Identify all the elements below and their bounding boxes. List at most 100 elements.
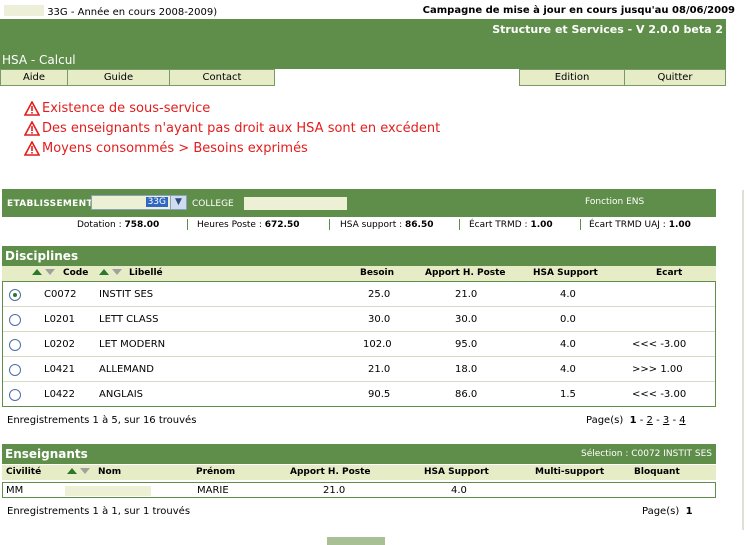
- hsa-label: HSA support :: [340, 220, 403, 230]
- fonction-label: Fonction ENS: [585, 197, 645, 207]
- cell-ecart: <<< -3.00: [632, 389, 687, 400]
- row-radio[interactable]: [9, 314, 21, 326]
- bottom-button[interactable]: [327, 537, 385, 545]
- redacted-field: [65, 486, 151, 496]
- cell-besoin: 25.0: [368, 289, 391, 300]
- menu-guide[interactable]: Guide: [67, 69, 170, 86]
- hsa-value: 86.50: [405, 220, 434, 230]
- cell-code: L0202: [44, 339, 76, 350]
- trmd-stat: Écart TRMD : 1.00: [469, 220, 553, 230]
- col-libelle[interactable]: Libellé: [129, 268, 163, 278]
- school-year-text: 33G - Année en cours 2008-2009): [47, 7, 218, 18]
- cell-ecart: >>> 1.00: [632, 364, 683, 375]
- enseignants-pager: Page(s) 1: [642, 506, 693, 517]
- sort-descending-icon[interactable]: [45, 269, 56, 275]
- warning-text: Des enseignants n'ayant pas droit aux HS…: [42, 121, 441, 136]
- sort-descending-icon[interactable]: [80, 468, 91, 474]
- sort-ascending-icon[interactable]: [99, 269, 109, 275]
- cell-hsa: 0.0: [560, 314, 576, 325]
- menu-aide[interactable]: Aide: [0, 69, 68, 86]
- page-separator: -: [656, 415, 660, 426]
- col-hsa: HSA Support: [533, 268, 598, 278]
- table-row[interactable]: L0422 ANGLAIS 90.5 86.0 1.5 <<< -3.00: [3, 382, 715, 407]
- col-apport: Apport H. Poste: [290, 467, 371, 477]
- page-current: 1: [685, 506, 693, 517]
- disciplines-record-count: Enregistrements 1 à 5, sur 16 trouvés: [7, 415, 197, 426]
- trmd-uaj-label: Écart TRMD UAJ :: [589, 220, 666, 230]
- enseignants-title: Enseignants: [5, 447, 88, 461]
- col-code[interactable]: Code: [63, 268, 88, 278]
- page-link[interactable]: 3: [663, 415, 669, 426]
- page-current: 1: [629, 415, 637, 426]
- cell-hsa: 4.0: [560, 289, 576, 300]
- sort-ascending-icon[interactable]: [67, 468, 77, 474]
- sort-nom-control[interactable]: [67, 467, 91, 477]
- enseignants-record-count: Enregistrements 1 à 1, sur 1 trouvés: [7, 506, 191, 517]
- page-link[interactable]: 2: [647, 415, 653, 426]
- cell-apport: 18.0: [455, 364, 478, 375]
- menu-edition[interactable]: Edition: [519, 69, 625, 86]
- cell-hsa: 4.0: [451, 485, 467, 496]
- menu-contact[interactable]: Contact: [169, 69, 275, 86]
- cell-hsa: 4.0: [560, 339, 576, 350]
- etablissement-bar: ETABLISSEMENT 33G ▼ COLLEGE Fonction ENS: [2, 189, 716, 217]
- row-radio[interactable]: [9, 339, 21, 351]
- campaign-notice: Campagne de mise à jour en cours jusqu'a…: [422, 5, 735, 16]
- sort-descending-icon[interactable]: [112, 269, 123, 275]
- warning-text: Existence de sous-service: [42, 101, 211, 116]
- scrollbar[interactable]: [735, 190, 747, 530]
- page-link[interactable]: 4: [679, 415, 685, 426]
- cell-libelle: INSTIT SES: [99, 289, 154, 300]
- chevron-down-icon[interactable]: ▼: [170, 196, 186, 209]
- table-row[interactable]: L0202 LET MODERN 102.0 95.0 4.0 <<< -3.0…: [3, 332, 715, 357]
- row-radio[interactable]: [9, 364, 21, 376]
- sort-libelle-control[interactable]: [99, 268, 123, 278]
- pager-label: Page(s): [586, 415, 624, 426]
- cell-apport: 30.0: [455, 314, 478, 325]
- col-hsa: HSA Support: [424, 467, 489, 477]
- pager-label: Page(s): [642, 506, 680, 517]
- cell-libelle: ALLEMAND: [99, 364, 154, 375]
- disciplines-column-headers: Code Libellé Besoin Apport H. Poste HSA …: [2, 266, 716, 281]
- menu-quitter[interactable]: Quitter: [624, 69, 726, 86]
- cell-code: C0072: [44, 289, 77, 300]
- cell-besoin: 21.0: [368, 364, 391, 375]
- enseignants-header: Enseignants Sélection : C0072 INSTIT SES: [2, 444, 716, 464]
- col-civilite: Civilité: [6, 467, 42, 477]
- cell-prenom: MARIE: [197, 485, 229, 496]
- cell-apport: 21.0: [455, 289, 478, 300]
- disciplines-header: Disciplines: [2, 246, 716, 266]
- warning-item: Existence de sous-service: [24, 99, 440, 119]
- trmd-uaj-stat: Écart TRMD UAJ : 1.00: [589, 220, 691, 230]
- cell-code: L0422: [44, 389, 76, 400]
- etablissement-select[interactable]: 33G ▼: [91, 195, 187, 210]
- enseignants-column-headers: Civilité Nom Prénom Apport H. Poste HSA …: [2, 465, 716, 480]
- college-label: COLLEGE: [192, 199, 234, 209]
- etablissement-label: ETABLISSEMENT: [7, 199, 93, 209]
- col-nom[interactable]: Nom: [98, 467, 121, 477]
- cell-civilite: MM: [6, 485, 24, 496]
- table-row[interactable]: L0201 LETT CLASS 30.0 30.0 0.0: [3, 307, 715, 332]
- warning-item: Moyens consommés > Besoins exprimés: [24, 139, 440, 159]
- row-radio[interactable]: [9, 289, 21, 301]
- disciplines-title: Disciplines: [5, 249, 79, 263]
- dotation-value: 758.00: [124, 220, 160, 230]
- row-radio[interactable]: [9, 389, 21, 401]
- sort-ascending-icon[interactable]: [32, 269, 42, 275]
- sort-code-control[interactable]: [32, 268, 56, 278]
- table-row[interactable]: MM MARIE 21.0 4.0: [2, 482, 716, 498]
- disciplines-table: C0072 INSTIT SES 25.0 21.0 4.0 L0201 LET…: [2, 281, 716, 407]
- cell-apport: 21.0: [323, 485, 346, 496]
- table-row[interactable]: L0421 ALLEMAND 21.0 18.0 4.0 >>> 1.00: [3, 357, 715, 382]
- table-row[interactable]: C0072 INSTIT SES 25.0 21.0 4.0: [3, 282, 715, 307]
- cell-libelle: LET MODERN: [99, 339, 166, 350]
- page-separator: -: [672, 415, 677, 426]
- heures-label: Heures Poste :: [197, 220, 262, 230]
- cell-ecart: <<< -3.00: [632, 339, 687, 350]
- school-year-info: 33G - Année en cours 2008-2009): [4, 5, 217, 18]
- col-multi: Multi-support: [535, 467, 605, 477]
- divider: [187, 219, 188, 230]
- trmd-value: 1.00: [530, 220, 553, 230]
- cell-besoin: 30.0: [368, 314, 391, 325]
- cell-hsa: 4.0: [560, 364, 576, 375]
